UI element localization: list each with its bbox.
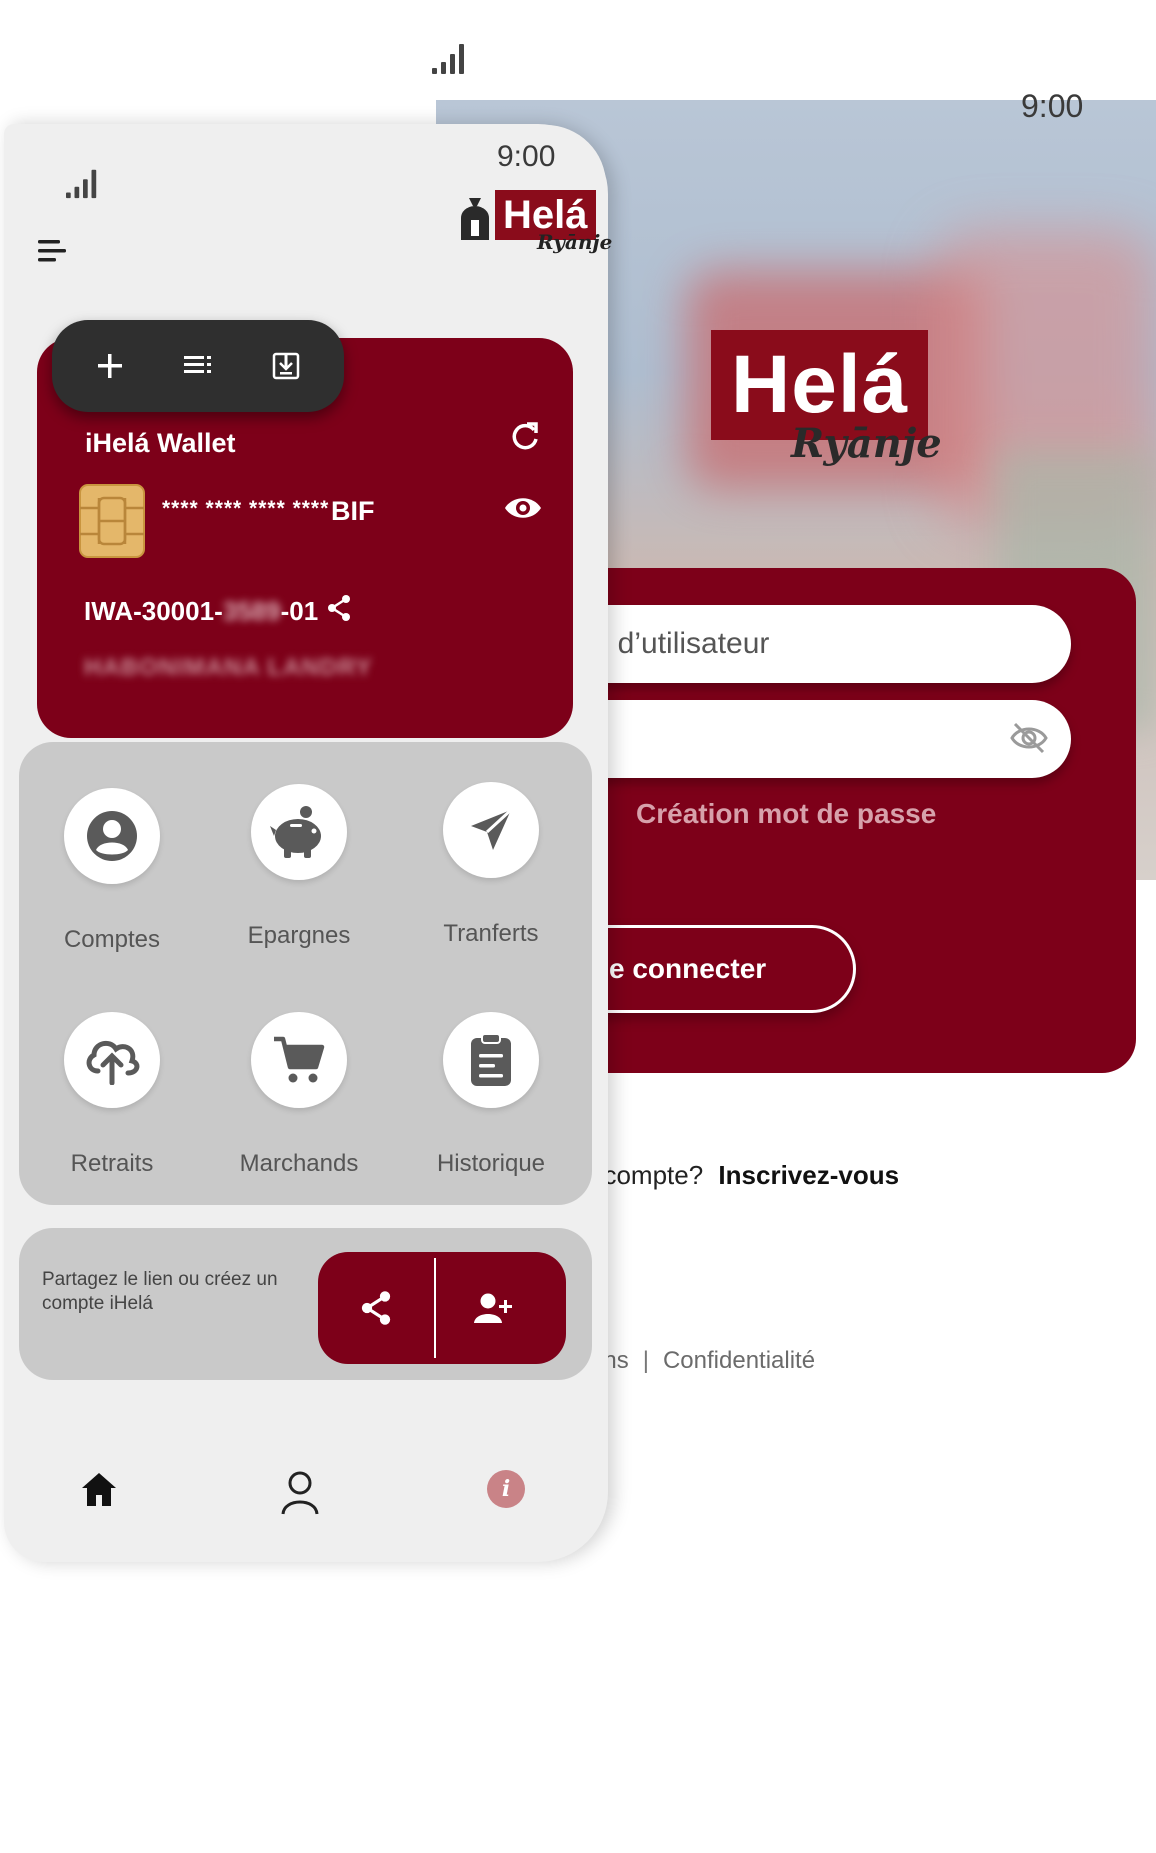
account-hidden-digits: 3589 [222, 596, 281, 626]
card-toolbar [52, 320, 344, 412]
status-time: 9:00 [497, 140, 556, 173]
profile-icon[interactable] [280, 1470, 320, 1521]
money-bag-icon [455, 196, 495, 247]
action-label: Epargnes [247, 922, 351, 949]
account-suffix: -01 [280, 596, 319, 626]
logo-subtitle: Ryānje [791, 420, 942, 467]
share-icon [361, 1291, 391, 1325]
privacy-link[interactable]: Confidentialité [663, 1347, 815, 1374]
account-circle-icon [64, 788, 160, 884]
plus-icon[interactable] [88, 344, 132, 388]
app-logo: Helá Ryānje [711, 330, 942, 467]
eye-off-icon[interactable] [1009, 720, 1049, 764]
create-password-link[interactable]: Création mot de passe [636, 798, 936, 830]
share-actions [318, 1252, 566, 1364]
list-icon[interactable] [176, 344, 220, 388]
share-icon[interactable] [326, 594, 352, 627]
action-tranferts[interactable]: Tranferts [401, 782, 581, 948]
add-user-icon [474, 1293, 512, 1323]
action-label: Historique [436, 1150, 546, 1177]
eye-icon[interactable] [503, 492, 543, 529]
account-id: IWA-30001-3589-01 [84, 596, 318, 627]
action-retraits[interactable]: Retraits [22, 1012, 202, 1178]
signal-icon [64, 166, 102, 205]
logo-subtitle: Ryānje [537, 230, 613, 254]
action-comptes[interactable]: Comptes [22, 788, 202, 954]
card-chip-icon [79, 484, 145, 558]
send-icon [443, 782, 539, 878]
account-prefix: IWA-30001- [84, 596, 223, 626]
piggy-bank-icon [251, 784, 347, 880]
clipboard-icon [443, 1012, 539, 1108]
menu-icon[interactable] [36, 236, 68, 271]
status-time: 9:00 [1021, 88, 1084, 124]
card-holder-name: HABONIMANA LANDRY [84, 654, 373, 681]
download-icon[interactable] [264, 344, 308, 388]
action-label: Comptes [63, 926, 161, 953]
action-label: Retraits [70, 1150, 154, 1177]
action-label: Marchands [239, 1150, 359, 1177]
signup-link[interactable]: Inscrivez-vous [718, 1160, 899, 1190]
action-marchands[interactable]: Marchands [209, 1012, 389, 1178]
share-panel-text: Partagez le lien ou créez un compte iHel… [42, 1269, 278, 1314]
action-label: Tranferts [443, 920, 539, 947]
action-epargnes[interactable]: Epargnes [209, 784, 389, 950]
signal-icon [430, 40, 470, 81]
refresh-icon[interactable] [508, 420, 542, 459]
card-currency: BIF [331, 496, 375, 526]
bottom-nav: i [0, 1470, 604, 1540]
cloud-upload-icon [64, 1012, 160, 1108]
share-link-button[interactable] [318, 1252, 434, 1364]
signup-row: le compte? Inscrivez-vous [576, 1160, 899, 1191]
wallet-title: iHelá Wallet [85, 428, 236, 458]
footer-separator: | [642, 1347, 649, 1374]
info-icon[interactable]: i [487, 1470, 525, 1508]
add-user-button[interactable] [436, 1252, 552, 1364]
masked-card-number: **** **** **** **** [162, 497, 330, 520]
cart-icon [251, 1012, 347, 1108]
home-icon[interactable] [80, 1470, 118, 1513]
action-historique[interactable]: Historique [401, 1012, 581, 1178]
